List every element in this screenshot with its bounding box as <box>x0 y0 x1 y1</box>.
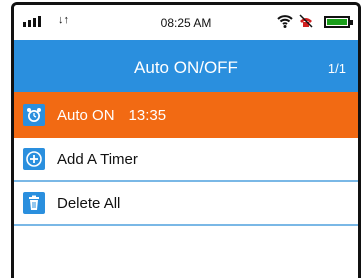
battery-icon <box>324 16 353 28</box>
page-indicator: 1/1 <box>327 61 346 76</box>
phone-frame: ↓↑ 08:25 AM Auto ON/OFF 1/1 Auto ON 13:3… <box>11 2 361 278</box>
trash-icon <box>23 192 45 214</box>
add-timer-label: Add A Timer <box>57 150 138 168</box>
status-bar: ↓↑ 08:25 AM <box>14 5 358 40</box>
timer-item-auto-on[interactable]: Auto ON 13:35 <box>14 92 358 138</box>
call-blocked-icon <box>298 13 314 34</box>
plus-circle-icon <box>23 148 45 170</box>
delete-all-button[interactable]: Delete All <box>14 182 358 226</box>
timer-time: 13:35 <box>128 106 167 124</box>
wifi-icon <box>277 13 293 34</box>
timer-label: Auto ON <box>57 106 115 124</box>
add-timer-button[interactable]: Add A Timer <box>14 138 358 182</box>
title-bar: Auto ON/OFF 1/1 <box>14 40 358 92</box>
page-title: Auto ON/OFF <box>134 58 238 77</box>
alarm-clock-icon <box>23 104 45 126</box>
delete-all-label: Delete All <box>57 194 121 212</box>
